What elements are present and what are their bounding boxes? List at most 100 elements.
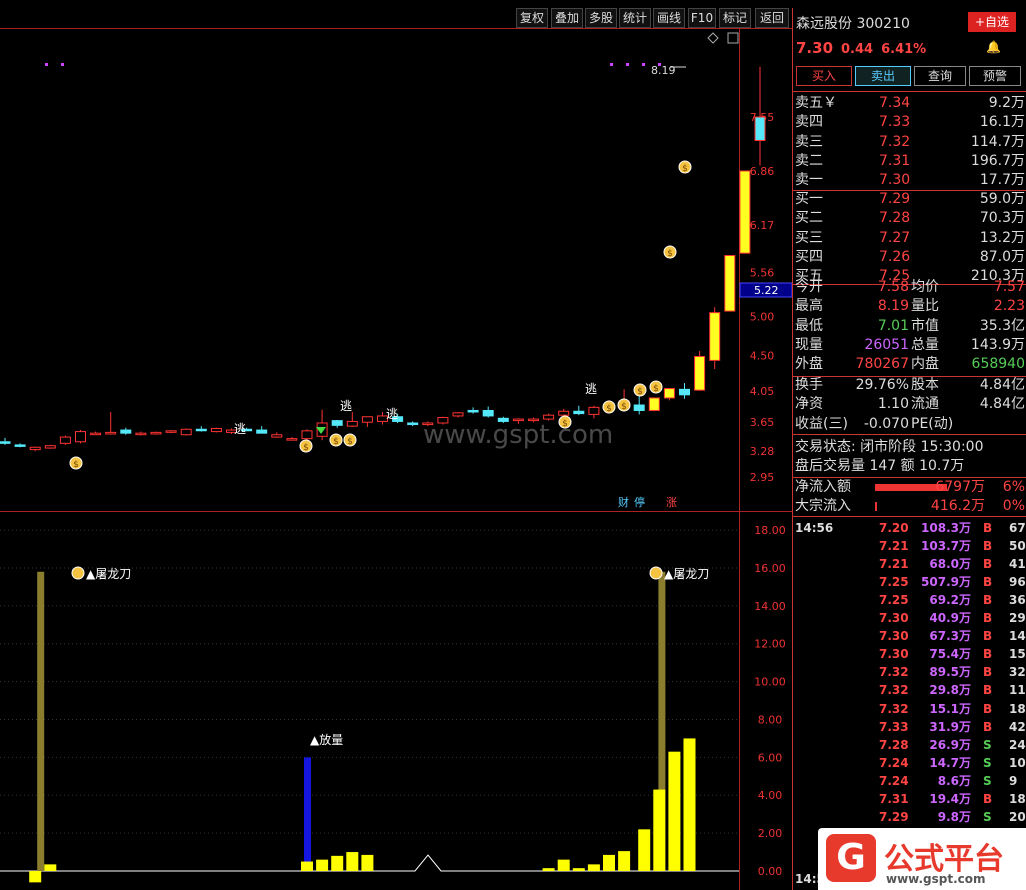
tick-price: 7.32 [879, 701, 909, 716]
ask-price: 7.34 [879, 95, 911, 111]
alert-button[interactable]: 预警 [969, 66, 1021, 86]
stat-value: 780267 [855, 356, 909, 373]
tick-side: B [983, 719, 993, 734]
volume-tick-label: 12.00 [754, 638, 786, 651]
kline-chart[interactable]: 7.556.866.175.565.004.504.053.653.282.95… [0, 0, 792, 890]
ask-volume: 9.2万 [988, 95, 1025, 111]
query-button[interactable]: 查询 [914, 66, 966, 86]
stat-value: 35.3亿 [979, 317, 1025, 334]
separator [793, 434, 1026, 435]
block-pct: 0% [1002, 498, 1025, 514]
toolbar-2[interactable]: 多股 [585, 8, 617, 28]
diamond-icon[interactable] [707, 32, 719, 44]
logo-url: www.gspt.com [886, 872, 986, 886]
signal-bar [304, 757, 311, 871]
stat-label: 收益(三) [795, 415, 848, 432]
tick-price: 7.20 [879, 521, 909, 535]
expand-icon[interactable] [727, 32, 739, 44]
bid-row[interactable]: 买四 7.26 87.0万 [793, 248, 1026, 267]
candle-body [150, 431, 162, 435]
candle-body [663, 388, 675, 399]
candle-body [543, 414, 555, 420]
bid-row[interactable]: 买一 7.29 59.0万 [793, 190, 1026, 209]
candle-body [0, 441, 11, 444]
toolbar-7[interactable]: 返回 [755, 8, 789, 28]
tick-side: B [983, 575, 993, 590]
tick-row: 7.32 29.8万 B 11 [793, 681, 1026, 699]
candle-body [648, 397, 660, 411]
toolbar-4[interactable]: 画线 [653, 8, 685, 28]
tick-side: S [983, 809, 992, 824]
tick-amount: 67.3万 [929, 629, 971, 644]
stat-row: 外盘 780267 内盘 658940 [793, 355, 1026, 374]
block-bar [875, 502, 877, 511]
coin-symbol: $ [667, 249, 673, 259]
price-tick-label: 4.05 [750, 385, 775, 398]
volume-bar [346, 852, 359, 871]
stat-value: 7.57 [993, 279, 1025, 295]
candle-body [75, 431, 86, 443]
tick-row: 7.20 108.3万 B 67 [793, 519, 1026, 537]
ask-row[interactable]: 卖三 7.32 114.7万 [793, 133, 1026, 152]
candle-body [709, 312, 721, 361]
stat-row: 净资 1.10 流通 4.84亿 [793, 395, 1026, 414]
volume-bar [683, 738, 696, 871]
candle-body [467, 409, 479, 413]
stock-name: 森远股份 [796, 16, 852, 32]
ask-volume: 196.7万 [970, 152, 1025, 169]
tick-amount: 89.5万 [929, 665, 971, 680]
toolbar-6[interactable]: 标记 [719, 8, 751, 28]
stat-label: 换手 [795, 377, 823, 393]
stat-label: 均价 [911, 279, 939, 295]
tick-row: 7.24 14.7万 S 10 [793, 754, 1026, 772]
halt-label: 停 [634, 495, 645, 509]
stat-label: 净资 [795, 396, 823, 413]
ask-row[interactable]: 卖四 7.33 16.1万 [793, 113, 1026, 132]
bell-icon[interactable]: 🔔 [986, 40, 1001, 54]
tick-price: 7.31 [879, 791, 909, 806]
tick-count: 10 [1009, 755, 1026, 770]
stat-label: 最高 [795, 298, 823, 315]
ask-row[interactable]: 卖五￥ 7.34 9.2万 [793, 94, 1026, 113]
ask-price: 7.33 [879, 114, 911, 131]
price-tick-label: 3.28 [750, 445, 775, 458]
stock-title: 森远股份 300210 [796, 13, 910, 33]
escape-label: 逃 [585, 382, 597, 396]
ask-row[interactable]: 卖二 7.31 196.7万 [793, 152, 1026, 171]
fangliang-label: ▲放量 [310, 732, 343, 747]
bid-label: 买二 [795, 210, 823, 227]
marker-dot [642, 63, 645, 66]
bid-row[interactable]: 买二 7.28 70.3万 [793, 209, 1026, 228]
tick-row: 7.25 507.9万 B 96 [793, 573, 1026, 591]
add-watchlist-button[interactable]: +自选 [968, 12, 1016, 32]
tick-count: 41 [1009, 557, 1026, 572]
gspt-logo: G 公式平台 www.gspt.com [818, 828, 1026, 890]
high-price-label: 8.19 [651, 64, 676, 77]
bid-volume: 87.0万 [979, 248, 1025, 265]
tick-side: B [983, 647, 993, 662]
tick-count: 67 [1009, 521, 1026, 535]
candle-body [724, 255, 736, 312]
candle-body [588, 406, 600, 415]
candle-body [271, 434, 283, 438]
toolbar-1[interactable]: 叠加 [551, 8, 583, 28]
bid-label: 买四 [795, 248, 823, 265]
marker-dot [626, 63, 629, 66]
toolbar-0[interactable]: 复权 [516, 8, 548, 28]
block-inflow-row: 大宗流入 416.2万 0% [793, 497, 1026, 516]
quote-panel: 森远股份 300210 +自选 🔔 7.30 0.44 6.41% 买入 卖出 查询… [792, 8, 1026, 890]
toolbar-3[interactable]: 统计 [619, 8, 651, 28]
toolbar-5[interactable]: F10 [688, 8, 716, 28]
block-label: 大宗流入 [795, 498, 851, 514]
tick-side: B [983, 683, 993, 698]
ask-row[interactable]: 卖一 7.30 17.7万 [793, 171, 1026, 190]
bid-row[interactable]: 买三 7.27 13.2万 [793, 229, 1026, 248]
tick-count: 50 [1009, 539, 1026, 554]
sell-button[interactable]: 卖出 [855, 66, 911, 86]
buy-button[interactable]: 买入 [796, 66, 852, 86]
volume-tick-label: 6.00 [758, 751, 783, 764]
volume-bar [44, 864, 57, 871]
tick-price: 7.29 [879, 809, 909, 824]
candle-body [679, 388, 690, 396]
tick-count: 9 [1009, 773, 1018, 788]
